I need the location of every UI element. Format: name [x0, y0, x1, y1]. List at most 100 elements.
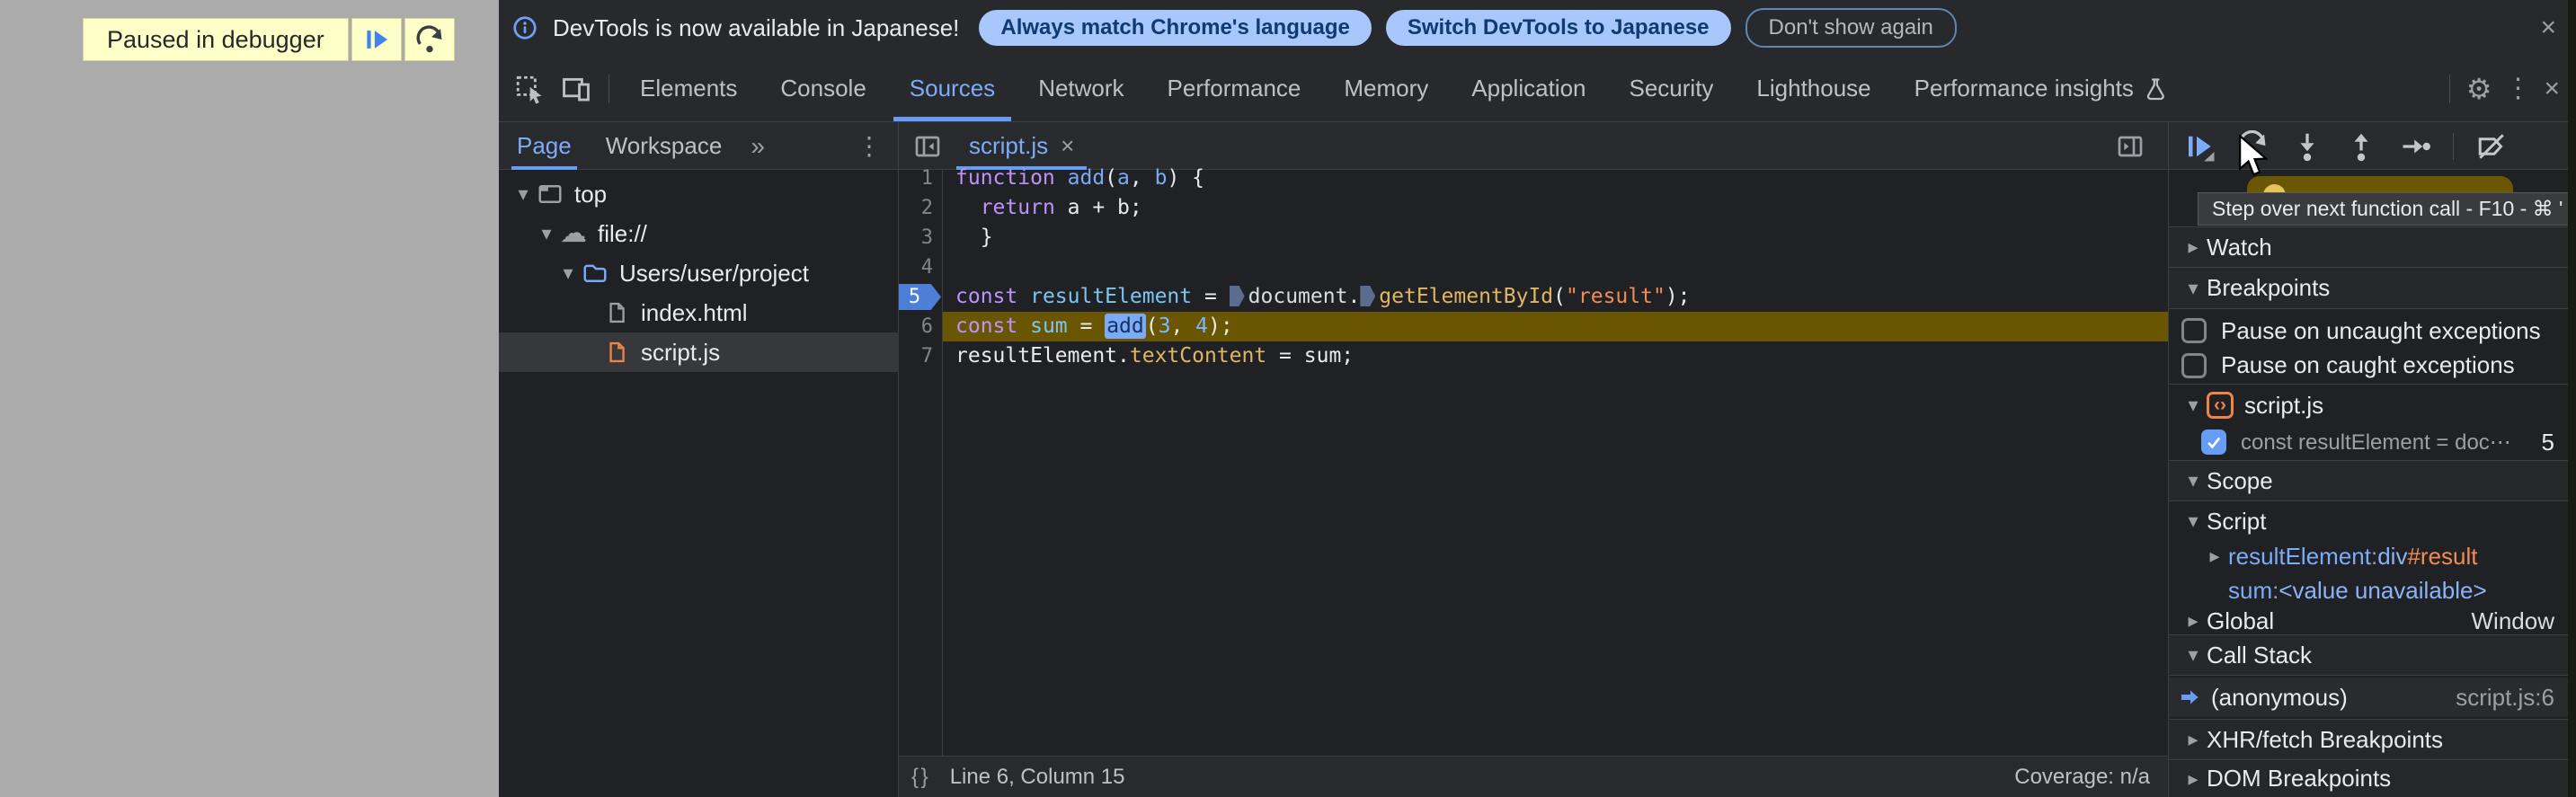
inline-breakpoint-marker[interactable] — [1360, 286, 1376, 306]
section-label: Watch — [2207, 233, 2272, 261]
file-icon-script — [601, 340, 632, 365]
debugger-toolbar — [2169, 122, 2576, 170]
collapse-debugger-sidebar-icon[interactable] — [2112, 128, 2148, 164]
scope-var-resultelement[interactable]: ▸ resultElement : div #result — [2169, 539, 2576, 573]
paused-banner-label: Paused in debugger — [83, 18, 349, 61]
tab-sources[interactable]: Sources — [888, 56, 1017, 121]
checkbox-label: Pause on uncaught exceptions — [2221, 316, 2541, 344]
pretty-print-icon[interactable]: { } — [911, 765, 928, 790]
pause-on-caught-exceptions-row[interactable]: Pause on caught exceptions — [2169, 349, 2576, 385]
cloud-icon: ☁ — [560, 218, 587, 248]
section-xhr-fetch-breakpoints[interactable]: ▸ XHR/fetch Breakpoints — [2169, 719, 2576, 760]
gutter-line-number[interactable]: 2 — [899, 193, 933, 223]
tab-security[interactable]: Security — [1608, 56, 1736, 121]
section-scope[interactable]: ▾ Scope — [2169, 460, 2576, 501]
selected-call-target-token[interactable]: add — [1105, 314, 1146, 339]
banner-step-over-button[interactable] — [404, 18, 455, 61]
resume-script-button[interactable] — [2183, 130, 2216, 163]
navigator-tab-page[interactable]: Page — [511, 123, 577, 170]
file-tab-close-icon[interactable]: × — [1061, 132, 1074, 160]
gutter-line-number[interactable]: 3 — [899, 223, 933, 252]
code-token: 3 — [1158, 314, 1171, 338]
code-token: , — [1129, 166, 1155, 190]
file-tab-scriptjs[interactable]: script.js × — [956, 123, 1088, 170]
tab-console[interactable]: Console — [759, 56, 887, 121]
code-line-5[interactable]: const resultElement = document. getElemen… — [943, 282, 2168, 312]
code-token: sum — [1030, 314, 1068, 338]
gutter-line-number: 5 — [908, 286, 921, 308]
tab-elements[interactable]: Elements — [618, 56, 759, 121]
call-stack-frame-row[interactable]: (anonymous) script.js:6 — [2169, 677, 2576, 717]
tab-performance[interactable]: Performance — [1146, 56, 1323, 121]
section-breakpoints[interactable]: ▾ Breakpoints — [2169, 268, 2576, 309]
section-label: XHR/fetch Breakpoints — [2207, 725, 2444, 753]
step-into-button[interactable] — [2291, 130, 2323, 163]
deactivate-breakpoints-button[interactable] — [2475, 130, 2508, 163]
step-button[interactable] — [2399, 130, 2431, 163]
infobar-close-icon[interactable]: × — [2533, 14, 2563, 41]
caret-down-icon: ▾ — [2188, 643, 2198, 666]
checkbox-unchecked[interactable] — [2181, 318, 2207, 343]
caret-down-icon[interactable]: ▾ — [511, 182, 535, 206]
code-token: ) { — [1167, 166, 1204, 190]
tab-performance-insights[interactable]: Performance insights — [1893, 56, 2190, 121]
breakpoint-entry-row[interactable]: const resultElement = doc⋯ 5 — [2169, 424, 2576, 460]
checkbox-checked[interactable] — [2201, 429, 2226, 455]
section-call-stack[interactable]: ▾ Call Stack — [2169, 634, 2576, 676]
caret-down-icon: ▾ — [2188, 509, 2198, 532]
navigator-tab-workspace[interactable]: Workspace — [600, 123, 728, 170]
gutter-line-number[interactable]: 4 — [899, 252, 933, 282]
settings-gear-icon[interactable]: ⚙ — [2459, 75, 2500, 103]
checkbox-unchecked[interactable] — [2181, 352, 2207, 378]
gutter-line-number[interactable]: 6 — [899, 312, 933, 341]
switch-devtools-japanese-button[interactable]: Switch DevTools to Japanese — [1385, 10, 1731, 46]
dont-show-again-button[interactable]: Don't show again — [1745, 8, 1957, 48]
section-watch[interactable]: ▸ Watch — [2169, 226, 2576, 268]
inline-breakpoint-marker[interactable] — [1229, 286, 1245, 306]
step-out-button[interactable] — [2345, 130, 2377, 163]
pause-on-uncaught-exceptions-row[interactable]: Pause on uncaught exceptions — [2169, 313, 2576, 349]
tree-item-top[interactable]: ▾ top — [499, 174, 910, 214]
gutter-line-number[interactable]: 1 — [899, 164, 933, 193]
caret-down-icon: ▾ — [2188, 469, 2198, 491]
devtools-close-icon[interactable]: × — [2536, 75, 2567, 102]
scope-group-global[interactable]: ▸ Global Window — [2169, 607, 2576, 634]
scope-separator: : — [2272, 576, 2279, 604]
gutter-line-number[interactable]: 7 — [899, 341, 933, 371]
always-match-language-button[interactable]: Always match Chrome's language — [979, 10, 1372, 46]
code-line-3[interactable]: } — [943, 223, 2168, 252]
tab-application[interactable]: Application — [1450, 56, 1607, 121]
caret-down-icon[interactable]: ▾ — [556, 261, 580, 285]
code-line-6-paused[interactable]: const sum = add(3, 4); — [943, 312, 2168, 341]
more-tabs-chevrons-icon[interactable]: » — [751, 132, 765, 161]
tab-lighthouse[interactable]: Lighthouse — [1735, 56, 1892, 121]
code-line-4[interactable] — [943, 252, 2168, 282]
collapse-navigator-icon[interactable] — [910, 128, 946, 164]
breakpoint-group-scriptjs[interactable]: ▾ ‹› script.js — [2169, 386, 2576, 424]
tab-memory[interactable]: Memory — [1322, 56, 1450, 121]
banner-resume-button[interactable] — [351, 18, 402, 61]
code-line-2[interactable]: return a + b; — [943, 193, 2168, 223]
code-token: = sum; — [1266, 344, 1355, 368]
section-label: Call Stack — [2207, 641, 2313, 669]
caret-down-icon[interactable]: ▾ — [535, 222, 558, 245]
tree-item-project-folder[interactable]: ▾ Users/user/project — [499, 253, 955, 293]
code-line-1[interactable]: function add(a, b) { — [943, 164, 2168, 193]
inspect-element-icon[interactable] — [511, 71, 547, 107]
code-token: 4 — [1195, 314, 1209, 338]
tab-network[interactable]: Network — [1017, 56, 1145, 121]
code-token: } — [955, 226, 993, 249]
scope-var-sum[interactable]: sum : <value unavailable> — [2169, 573, 2576, 607]
scope-group-script[interactable]: ▾ Script — [2169, 503, 2576, 539]
code-token: ( — [1145, 314, 1159, 338]
navigator-menu-kebab-icon[interactable]: ⋮ — [851, 131, 887, 161]
devtools-menu-kebab-icon[interactable]: ⋮ — [2499, 73, 2536, 104]
tree-item-file-protocol[interactable]: ▾ ☁ file:// — [499, 214, 934, 253]
section-dom-breakpoints[interactable]: ▸ DOM Breakpoints — [2169, 760, 2576, 797]
code-line-7[interactable]: resultElement.textContent = sum; — [943, 341, 2168, 371]
editor-status-bar: { } Line 6, Column 15 Coverage: n/a — [899, 756, 2169, 797]
device-toolbar-icon[interactable] — [558, 71, 594, 107]
frame-function-name: (anonymous) — [2211, 683, 2348, 711]
dimmed-page-area: Paused in debugger — [0, 0, 499, 797]
